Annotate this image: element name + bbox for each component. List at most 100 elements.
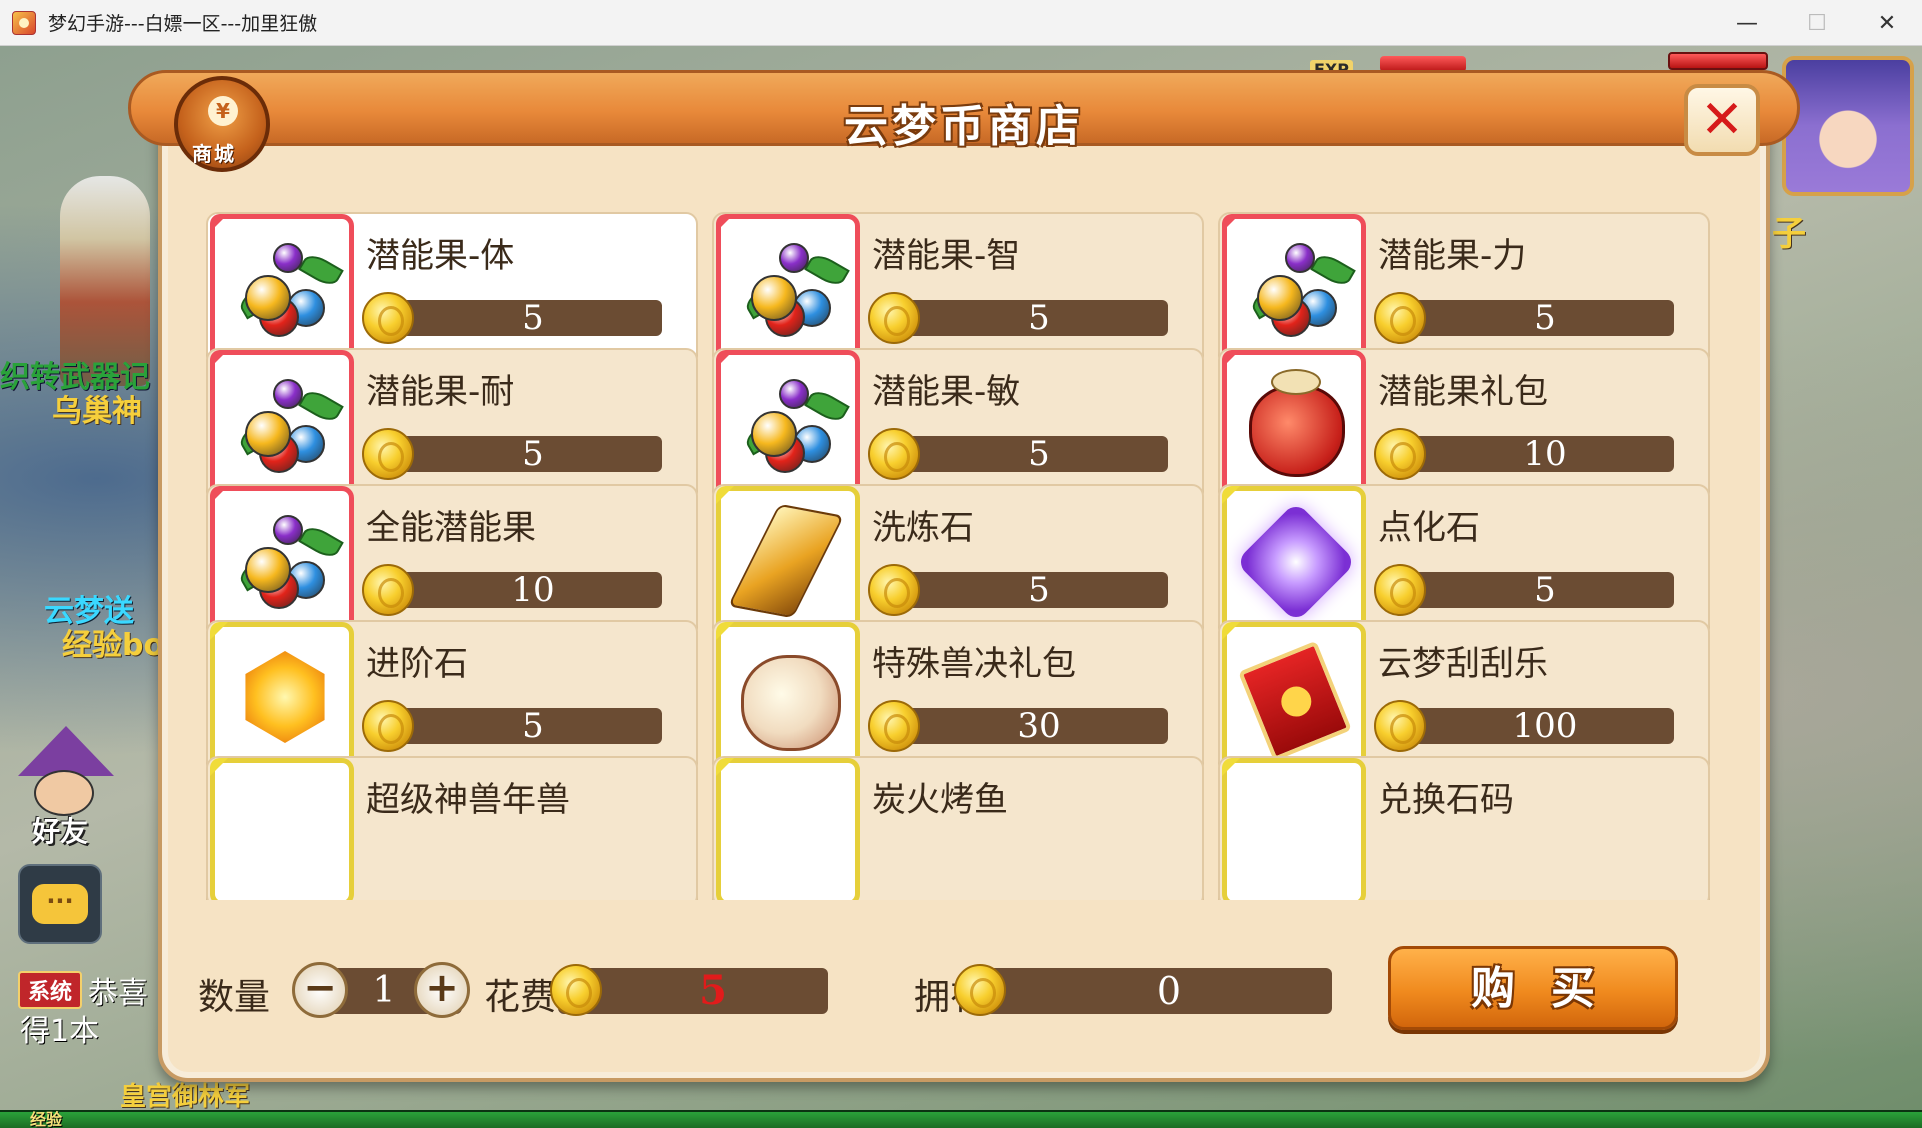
item-price: 5 xyxy=(1534,570,1556,610)
ticket-seal xyxy=(1276,682,1316,722)
item-name: 潜能果礼包 xyxy=(1378,372,1548,412)
leaf-shape xyxy=(804,250,850,290)
player-avatar[interactable] xyxy=(1782,56,1914,196)
leaf-shape xyxy=(298,386,344,426)
item-name: 兑换石码 xyxy=(1378,780,1514,820)
item-name: 特殊兽决礼包 xyxy=(872,644,1076,684)
shop-badge: ¥ 商城 xyxy=(174,76,270,172)
potential-fruit-icon xyxy=(716,214,860,362)
close-button[interactable]: ✕ xyxy=(1684,84,1760,156)
decrease-quantity-button[interactable]: − xyxy=(292,962,348,1018)
shop-item-card[interactable]: 特殊兽决礼包 30 xyxy=(712,620,1204,772)
shop-item-card[interactable]: 进阶石 5 xyxy=(206,620,698,772)
coin-icon xyxy=(1374,564,1426,616)
friends-button[interactable]: 好友 xyxy=(12,726,114,856)
potential-fruit-icon xyxy=(210,486,354,634)
shop-item-card-partial[interactable]: 超级神兽年兽 xyxy=(206,756,698,900)
shop-item-card[interactable]: 潜能果礼包 10 xyxy=(1218,348,1710,500)
item-price: 5 xyxy=(1028,434,1050,474)
right-hud: 子 xyxy=(1762,46,1922,254)
chat-button[interactable]: ··· xyxy=(18,864,102,944)
shop-item-card[interactable]: 潜能果-耐 5 xyxy=(206,348,698,500)
item-grid[interactable]: 潜能果-体 5 潜能果-智 5 潜能果-力 5 潜能果-耐 5 潜能果-敏 5 潜能果礼包 10 全能潜… xyxy=(206,212,1714,900)
shop-item-card[interactable]: 潜能果-力 5 xyxy=(1218,212,1710,364)
potential-fruit-icon xyxy=(716,350,860,498)
coin-icon xyxy=(362,292,414,344)
fruit-shape xyxy=(751,411,797,457)
ticket-shape xyxy=(1238,640,1352,762)
item-name: 炭火烤鱼 xyxy=(872,780,1008,820)
item-name: 洗炼石 xyxy=(872,508,974,548)
shop-item-card[interactable]: 潜能果-敏 5 xyxy=(712,348,1204,500)
gift-bag-icon xyxy=(1222,350,1366,498)
cost-value: 5 xyxy=(699,967,727,1014)
coin-icon xyxy=(868,292,920,344)
buy-button[interactable]: 购买 xyxy=(1388,946,1678,1030)
fruit-shape xyxy=(245,275,291,321)
bag-shape xyxy=(741,655,841,751)
chat-bubble-icon: ··· xyxy=(32,884,88,924)
item-thumbnail-icon xyxy=(1222,758,1366,900)
owned-value: 0 xyxy=(1156,969,1182,1013)
shop-item-card[interactable]: 云梦刮刮乐 100 xyxy=(1218,620,1710,772)
hud-text-exp-bonus[interactable]: 经验bo xyxy=(62,620,164,664)
coin-icon xyxy=(1374,700,1426,752)
maximize-button[interactable]: ☐ xyxy=(1782,0,1852,46)
window-close-button[interactable]: ✕ xyxy=(1852,0,1922,46)
potential-fruit-icon xyxy=(210,350,354,498)
system-message-text-2: 得1本 xyxy=(20,1014,100,1049)
coin-icon xyxy=(362,428,414,480)
left-hud: 织转武器记 乌巢神 云梦送 经验bo 好友 ··· 系统 恭喜 得1本 皇宫御林… xyxy=(0,46,250,1128)
increase-quantity-button[interactable]: + xyxy=(414,962,470,1018)
shop-item-card[interactable]: 洗炼石 5 xyxy=(712,484,1204,636)
app-icon xyxy=(12,10,36,35)
hud-text-npc[interactable]: 乌巢神 xyxy=(52,386,142,430)
coin-icon xyxy=(868,428,920,480)
shop-item-card[interactable]: 潜能果-体 5 xyxy=(206,212,698,364)
fruit-shape xyxy=(245,547,291,593)
item-price: 100 xyxy=(1512,706,1578,746)
coin-icon xyxy=(954,964,1006,1016)
shop-item-card[interactable]: 潜能果-智 5 xyxy=(712,212,1204,364)
friend-hat-icon xyxy=(18,726,114,776)
coin-icon xyxy=(1374,292,1426,344)
fruit-shape xyxy=(245,411,291,457)
friends-label: 好友 xyxy=(32,815,89,848)
leaf-shape xyxy=(298,250,344,290)
item-name: 潜能果-力 xyxy=(1378,236,1527,276)
fruit-shape xyxy=(779,379,809,409)
shop-badge-label: 商城 xyxy=(192,142,236,166)
close-icon: ✕ xyxy=(1700,90,1744,150)
cost-label: 花费 xyxy=(484,977,557,1018)
orange-gem-icon xyxy=(210,622,354,770)
coin-icon xyxy=(868,564,920,616)
item-name: 云梦刮刮乐 xyxy=(1378,644,1548,684)
hud-text-right: 子 xyxy=(1772,214,1806,254)
money-bag-icon: ¥ xyxy=(208,96,238,126)
shop-item-card-partial[interactable]: 炭火烤鱼 xyxy=(712,756,1204,900)
coin-icon xyxy=(868,700,920,752)
item-price: 30 xyxy=(1017,706,1061,746)
coin-icon xyxy=(1374,428,1426,480)
shop-item-card[interactable]: 全能潜能果 10 xyxy=(206,484,698,636)
beast-gift-bag-icon xyxy=(716,622,860,770)
bag-shape xyxy=(1249,385,1345,477)
crystal-shape xyxy=(727,503,845,619)
item-thumbnail-icon xyxy=(210,758,354,900)
item-price: 5 xyxy=(522,706,544,746)
item-name: 潜能果-敏 xyxy=(872,372,1021,412)
item-name: 点化石 xyxy=(1378,508,1480,548)
shop-item-card[interactable]: 点化石 5 xyxy=(1218,484,1710,636)
item-price: 5 xyxy=(522,434,544,474)
fruit-shape xyxy=(1285,243,1315,273)
item-name: 全能潜能果 xyxy=(366,508,536,548)
shop-item-card-partial[interactable]: 兑换石码 xyxy=(1218,756,1710,900)
bag-knot xyxy=(1271,369,1321,395)
fruit-shape xyxy=(751,275,797,321)
window-title: 梦幻手游---白嫖一区---加里狂傲 xyxy=(48,13,318,35)
dialog-title: 云梦币商店 xyxy=(844,101,1084,152)
item-price: 10 xyxy=(1523,434,1567,474)
item-name: 超级神兽年兽 xyxy=(366,780,570,820)
gem-shape xyxy=(1235,501,1357,623)
leaf-shape xyxy=(804,386,850,426)
